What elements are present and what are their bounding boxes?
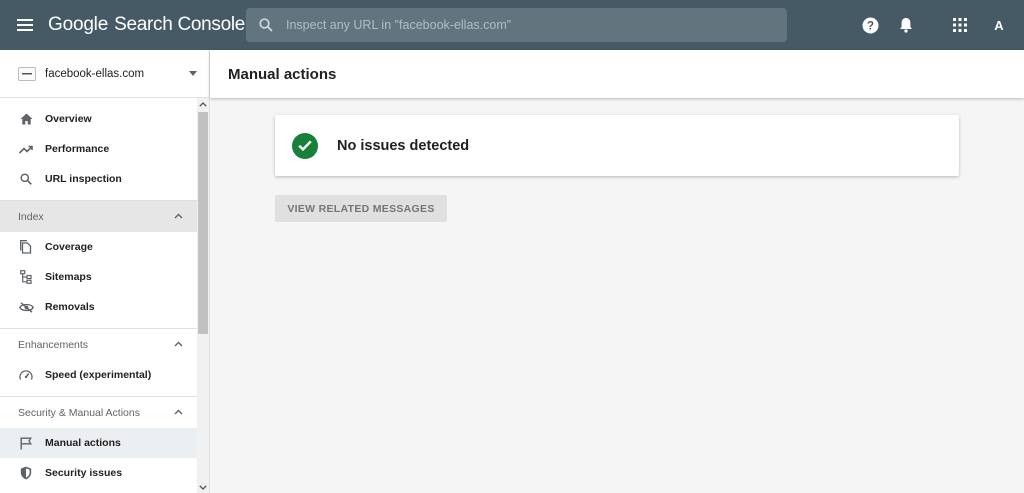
- url-inspect-search-bar[interactable]: [246, 8, 787, 42]
- logo-google-text: Google: [48, 14, 109, 35]
- svg-text:?: ?: [866, 20, 873, 32]
- sidebar-item-label: Sitemaps: [45, 271, 92, 283]
- app-header: Google Search Console ?: [0, 0, 1024, 50]
- section-label: Security & Manual Actions: [18, 406, 140, 419]
- sidebar-item-performance[interactable]: Performance: [0, 134, 197, 164]
- main-menu-button[interactable]: [0, 0, 50, 50]
- sidebar-item-url-inspection[interactable]: URL inspection: [0, 164, 197, 194]
- help-icon: ?: [862, 17, 878, 33]
- section-index[interactable]: Index: [0, 200, 197, 232]
- copy-icon: [18, 239, 34, 255]
- notifications-button[interactable]: [888, 7, 924, 43]
- chevron-up-icon: [174, 409, 183, 415]
- trending-up-icon: [18, 141, 34, 157]
- sidebar-scrollbar[interactable]: [197, 98, 209, 493]
- sidebar-nav: Overview Performance URL inspection Inde…: [0, 98, 197, 488]
- sidebar-item-manual-actions[interactable]: Manual actions: [0, 428, 197, 458]
- apps-button[interactable]: [942, 7, 978, 43]
- sidebar-item-label: Coverage: [45, 241, 93, 253]
- sidebar-item-coverage[interactable]: Coverage: [0, 232, 197, 262]
- view-related-messages-button[interactable]: VIEW RELATED MESSAGES: [275, 195, 447, 222]
- speedometer-icon: [18, 367, 34, 383]
- section-enhancements[interactable]: Enhancements: [0, 328, 197, 360]
- sidebar-item-label: Speed (experimental): [45, 369, 152, 381]
- bell-icon: [900, 18, 912, 33]
- search-icon: [18, 171, 34, 187]
- sidebar-item-label: Performance: [45, 143, 110, 155]
- status-card: No issues detected: [275, 115, 959, 176]
- sidebar-item-security-issues[interactable]: Security issues: [0, 458, 197, 488]
- shield-icon: [18, 465, 34, 481]
- apps-grid-icon: [953, 18, 967, 32]
- flag-icon: [18, 435, 34, 451]
- status-text: No issues detected: [337, 137, 470, 154]
- chevron-up-icon: [174, 341, 183, 347]
- chevron-up-icon: [174, 213, 183, 219]
- search-icon: [246, 8, 286, 42]
- logo-product-text: Search Console: [114, 14, 246, 35]
- app-logo[interactable]: Google Search Console: [48, 14, 245, 36]
- sitemap-icon: [18, 269, 34, 285]
- scroll-up-arrow-icon[interactable]: [199, 100, 207, 108]
- hamburger-menu-icon: [17, 19, 33, 31]
- sidebar-item-label: Security issues: [45, 467, 123, 479]
- scroll-down-arrow-icon[interactable]: [199, 483, 207, 491]
- property-selector[interactable]: facebook-ellas.com: [0, 50, 209, 98]
- sidebar-item-sitemaps[interactable]: Sitemaps: [0, 262, 197, 292]
- sidebar-item-removals[interactable]: Removals: [0, 292, 197, 322]
- page-title: Manual actions: [228, 65, 337, 83]
- sidebar-item-speed[interactable]: Speed (experimental): [0, 360, 197, 390]
- url-inspect-input[interactable]: [286, 18, 766, 32]
- sidebar-item-label: Manual actions: [45, 437, 121, 449]
- sidebar: facebook-ellas.com Overview Performance …: [0, 50, 210, 493]
- sidebar-item-overview[interactable]: Overview: [0, 104, 197, 134]
- section-label: Index: [18, 210, 44, 223]
- property-name: facebook-ellas.com: [45, 67, 145, 80]
- sidebar-item-label: Overview: [45, 113, 92, 125]
- account-avatar[interactable]: A: [986, 12, 1012, 38]
- page-title-bar: Manual actions: [210, 50, 1024, 98]
- sidebar-item-label: URL inspection: [45, 173, 122, 185]
- eye-off-icon: [18, 299, 34, 315]
- section-security-manual-actions[interactable]: Security & Manual Actions: [0, 396, 197, 428]
- home-icon: [18, 111, 34, 127]
- scrollbar-thumb[interactable]: [198, 112, 208, 334]
- header-actions: ? A: [852, 0, 1024, 50]
- check-circle-icon: [292, 132, 318, 159]
- caret-down-icon: [189, 71, 197, 76]
- sidebar-item-label: Removals: [45, 301, 95, 313]
- property-favicon: [18, 66, 36, 81]
- section-label: Enhancements: [18, 338, 89, 351]
- help-button[interactable]: ?: [852, 7, 888, 43]
